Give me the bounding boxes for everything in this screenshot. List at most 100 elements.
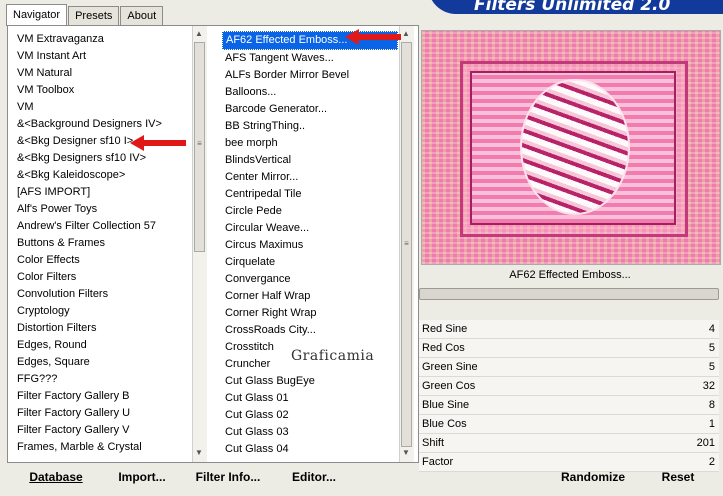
filter-item[interactable]: BB StringThing.. [222,118,398,135]
filter-item[interactable]: Cut Glass 03 [222,424,398,441]
tab-navigator[interactable]: Navigator [6,4,68,26]
filter-item[interactable]: Cut Glass 01 [222,390,398,407]
filter-item[interactable]: Circus Maximus [222,237,398,254]
category-scrollbar[interactable]: ▲ ≡ ▼ [192,26,207,462]
category-item[interactable]: VM Natural [14,65,192,82]
import-label: Import... [118,470,166,484]
parameter-value[interactable]: 5 [622,358,719,376]
category-item[interactable]: Convolution Filters [14,286,192,303]
preview-image [421,30,721,265]
parameter-value[interactable]: 4 [622,320,719,338]
parameter-label: Red Sine [422,323,468,335]
filter-item[interactable]: Balloons... [222,84,398,101]
filter-item[interactable]: Corner Right Wrap [222,305,398,322]
filter-scroll-thumb[interactable]: ≡ [401,42,412,447]
filter-item[interactable]: AFS Tangent Waves... [222,50,398,67]
parameter-value[interactable]: 5 [622,339,719,357]
parameter-row[interactable]: Red Cos 5 [419,339,719,358]
category-item[interactable]: FFG??? [14,371,192,388]
category-item[interactable]: &<Bkg Kaleidoscope> [14,167,192,184]
filter-list[interactable]: AF62 Effected Emboss... AFS Tangent Waves… [222,31,398,461]
filter-item[interactable]: Convergance [222,271,398,288]
parameter-label: Green Sine [422,361,478,373]
randomize-label: Randomize [560,470,625,484]
watermark: Graficamia [291,348,375,364]
category-item[interactable]: VM Instant Art [14,48,192,65]
category-item[interactable]: Andrew's Filter Collection 57 [14,218,192,235]
reset-label: Reset [661,470,695,484]
category-list[interactable]: VM Extravaganza VM Instant Art VM Natural V… [14,31,192,461]
parameter-row[interactable]: Shift 201 [419,434,719,453]
parameter-value[interactable]: 8 [622,396,719,414]
category-item[interactable]: Buttons & Frames [14,235,192,252]
filter-scrollbar[interactable]: ▲ ≡ ▼ [399,26,414,462]
filter-info-button[interactable]: Filter Info... [192,468,264,486]
selected-filter-name: AF62 Effected Emboss... [509,269,631,281]
category-item[interactable]: VM [14,99,192,116]
filter-item[interactable]: Cut Glass 04 [222,441,398,458]
category-scroll-thumb[interactable]: ≡ [194,42,205,252]
filter-info-label: Filter Info... [195,470,261,484]
database-label: Database [29,470,83,484]
category-item[interactable]: &<Background Designers IV> [14,116,192,133]
parameter-value[interactable]: 1 [622,415,719,433]
parameter-row[interactable]: Green Cos 32 [419,377,719,396]
parameter-label: Blue Cos [422,418,467,430]
parameter-row[interactable]: Red Sine 4 [419,320,719,339]
category-item[interactable]: Color Effects [14,252,192,269]
preview-oval [520,79,630,215]
scroll-down-icon[interactable]: ▼ [402,448,410,457]
app-title: Filters Unlimited 2.0 [474,0,671,15]
randomize-button[interactable]: Randomize [555,468,631,486]
filter-item[interactable]: BlindsVertical [222,152,398,169]
filter-item[interactable]: bee morph [222,135,398,152]
category-item[interactable]: Frames, Marble & Crystal [14,439,192,456]
category-item[interactable]: VM Extravaganza [14,31,192,48]
navigator-panel: VM Extravaganza VM Instant Art VM Natural V… [7,25,419,463]
filter-item[interactable]: Circle Pede [222,203,398,220]
tab-about[interactable]: About [120,6,164,25]
scroll-down-icon[interactable]: ▼ [195,448,203,457]
category-item[interactable]: [AFS IMPORT] [14,184,192,201]
parameter-label: Blue Sine [422,399,470,411]
filter-item[interactable]: Cut Glass 02 [222,407,398,424]
arrow-left-icon [130,135,186,151]
category-item[interactable]: VM Toolbox [14,82,192,99]
parameter-label: Green Cos [422,380,476,392]
filter-item[interactable]: Centripedal Tile [222,186,398,203]
filter-item[interactable]: Center Mirror... [222,169,398,186]
category-item[interactable]: Edges, Square [14,354,192,371]
parameter-row[interactable]: Green Sine 5 [419,358,719,377]
parameter-list: Red Sine 4 Red Cos 5 Green Sine 5 Green Cos 32 B… [419,320,719,472]
category-item[interactable]: Color Filters [14,269,192,286]
arrow-left-icon [345,29,401,45]
parameter-value[interactable]: 32 [622,377,719,395]
category-item[interactable]: Distortion Filters [14,320,192,337]
scroll-up-icon[interactable]: ▲ [195,29,203,38]
editor-button[interactable]: Editor... [286,468,342,486]
parameter-row[interactable]: Blue Sine 8 [419,396,719,415]
category-item[interactable]: Edges, Round [14,337,192,354]
database-button[interactable]: Database [22,468,90,486]
category-item[interactable]: Filter Factory Gallery V [14,422,192,439]
filter-item[interactable]: Circular Weave... [222,220,398,237]
filter-item[interactable]: Barcode Generator... [222,101,398,118]
import-button[interactable]: Import... [112,468,172,486]
tab-bar: Navigator Presets About [6,4,164,26]
category-item[interactable]: Filter Factory Gallery B [14,388,192,405]
category-item[interactable]: Filter Factory Gallery U [14,405,192,422]
filter-item[interactable]: Cirquelate [222,254,398,271]
parameter-label: Red Cos [422,342,465,354]
category-item[interactable]: Cryptology [14,303,192,320]
scroll-up-icon[interactable]: ▲ [402,29,410,38]
filter-item[interactable]: CrossRoads City... [222,322,398,339]
category-item[interactable]: &<Bkg Designers sf10 IV> [14,150,192,167]
filter-item[interactable]: Cut Glass BugEye [222,373,398,390]
parameter-value[interactable]: 201 [622,434,719,452]
parameter-row[interactable]: Blue Cos 1 [419,415,719,434]
filter-item[interactable]: ALFs Border Mirror Bevel [222,67,398,84]
tab-presets[interactable]: Presets [68,6,120,25]
filter-item[interactable]: Corner Half Wrap [222,288,398,305]
reset-button[interactable]: Reset [650,468,706,486]
category-item[interactable]: Alf's Power Toys [14,201,192,218]
